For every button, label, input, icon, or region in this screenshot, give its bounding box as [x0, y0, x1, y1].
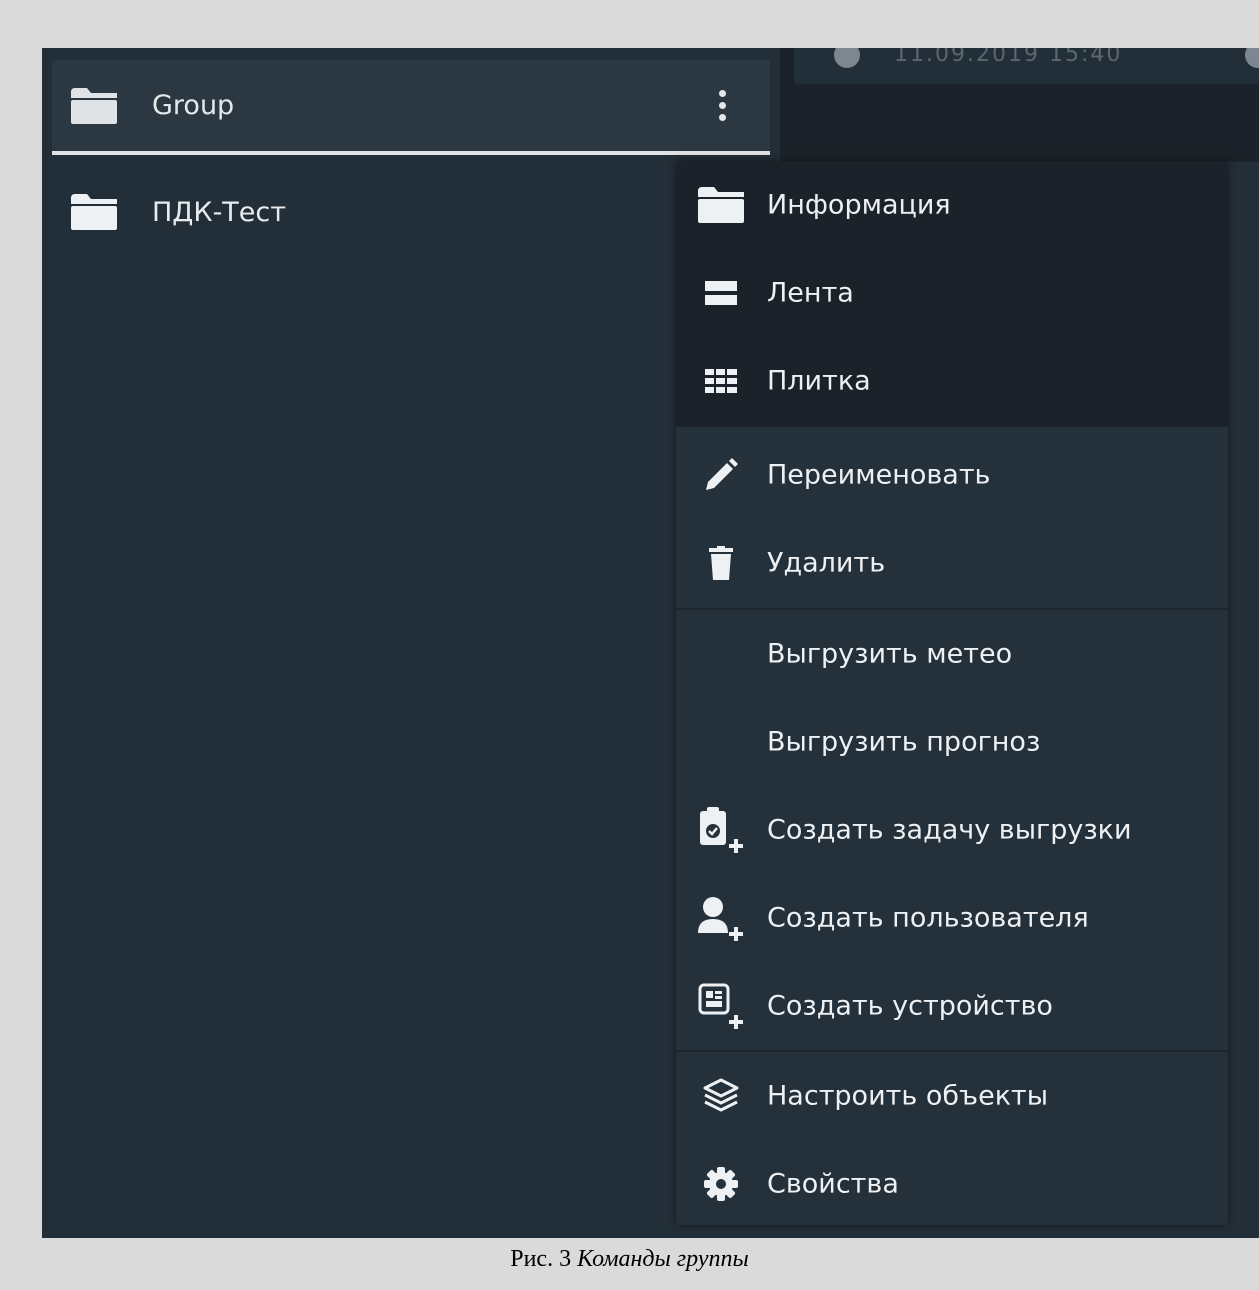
- menu-item-label: Информация: [767, 189, 951, 221]
- toolbar-icon[interactable]: [1245, 48, 1259, 68]
- clock-icon[interactable]: [834, 48, 860, 68]
- tree-item-pdk-test[interactable]: ПДК-Тест: [52, 163, 770, 261]
- menu-item-rename[interactable]: Переименовать: [676, 431, 1228, 519]
- top-right-panel: 11.09.2019 15:40: [780, 48, 1259, 162]
- menu-item-label: Создать пользователя: [767, 902, 1089, 934]
- menu-item-create-export-task[interactable]: Создать задачу выгрузки: [676, 786, 1228, 874]
- tree-item-label: ПДК-Тест: [152, 196, 286, 228]
- menu-item-export-forecast[interactable]: Выгрузить прогноз: [676, 698, 1228, 786]
- menu-item-label: Создать устройство: [767, 990, 1053, 1022]
- pencil-icon: [698, 452, 744, 498]
- vertical-dots-icon[interactable]: [702, 76, 742, 136]
- menu-item-label: Создать задачу выгрузки: [767, 814, 1132, 846]
- clipboard-add-icon: [698, 807, 744, 853]
- user-add-icon: [698, 895, 744, 941]
- menu-item-properties[interactable]: Свойства: [676, 1140, 1228, 1228]
- figure-caption: Рис. 3 Команды группы: [0, 1246, 1259, 1273]
- menu-item-label: Переименовать: [767, 459, 991, 491]
- menu-item-create-device[interactable]: Создать устройство: [676, 962, 1228, 1050]
- app-screen: 11.09.2019 15:40 Group ПДК-Тест Информац…: [42, 48, 1259, 1238]
- context-menu: Информация Лента Плитка Переименовать Уд…: [676, 161, 1228, 1225]
- folder-icon: [698, 182, 744, 228]
- caption-prefix: Рис. 3: [510, 1246, 578, 1272]
- tree-item-label: Group: [152, 90, 235, 121]
- tree-item-group[interactable]: Group: [52, 60, 770, 155]
- menu-item-delete[interactable]: Удалить: [676, 519, 1228, 607]
- caption-title: Команды группы: [577, 1246, 749, 1272]
- menu-item-label: Удалить: [767, 547, 886, 579]
- gear-icon: [698, 1161, 744, 1207]
- grid-view-icon: [698, 358, 744, 404]
- menu-item-create-user[interactable]: Создать пользователя: [676, 874, 1228, 962]
- toolbar-strip: 11.09.2019 15:40: [794, 48, 1259, 84]
- timestamp: 11.09.2019 15:40: [894, 48, 1123, 67]
- menu-item-label: Плитка: [767, 365, 871, 397]
- menu-item-configure-objects[interactable]: Настроить объекты: [676, 1052, 1228, 1140]
- folder-icon: [71, 87, 117, 124]
- menu-item-label: Свойства: [767, 1168, 899, 1200]
- trash-icon: [698, 540, 744, 586]
- menu-item-label: Выгрузить метео: [767, 638, 1013, 670]
- menu-item-export-meteo[interactable]: Выгрузить метео: [676, 610, 1228, 698]
- device-add-icon: [698, 983, 744, 1029]
- menu-item-feed[interactable]: Лента: [676, 249, 1228, 337]
- menu-item-label: Настроить объекты: [767, 1080, 1049, 1112]
- menu-item-tiles[interactable]: Плитка: [676, 337, 1228, 425]
- layers-icon: [698, 1073, 744, 1119]
- list-view-icon: [698, 270, 744, 316]
- menu-item-label: Выгрузить прогноз: [767, 726, 1041, 758]
- folder-icon: [71, 194, 117, 230]
- menu-item-label: Лента: [767, 277, 854, 309]
- menu-item-info[interactable]: Информация: [676, 161, 1228, 249]
